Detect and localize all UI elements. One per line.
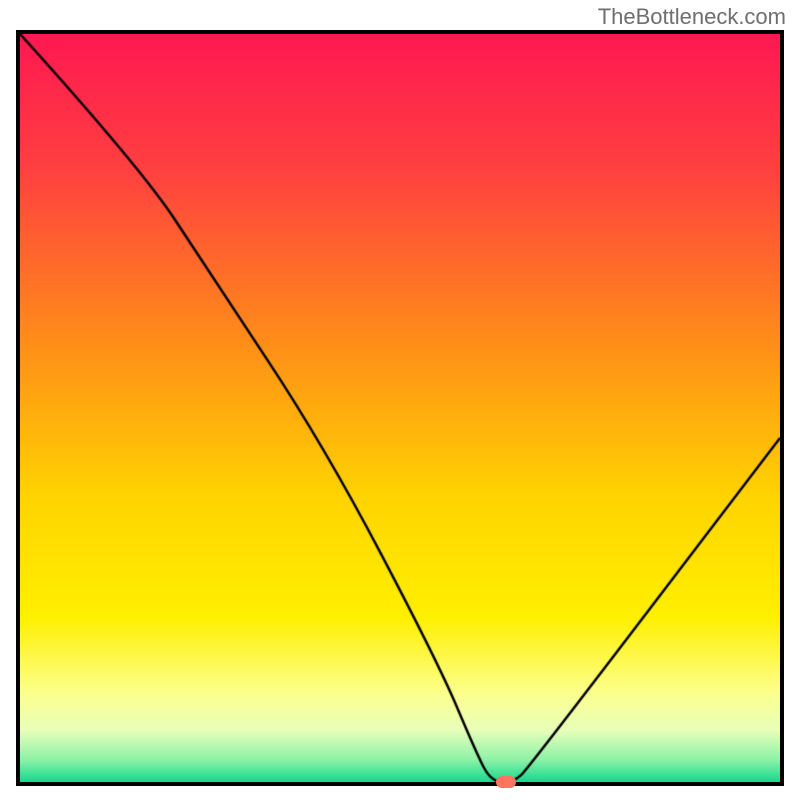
- plot-area: [20, 34, 780, 782]
- watermark-text: TheBottleneck.com: [598, 4, 786, 30]
- chart-frame: [16, 30, 784, 786]
- chart-container: TheBottleneck.com: [0, 0, 800, 800]
- optimal-point-marker: [496, 776, 516, 788]
- bottleneck-curve: [20, 34, 780, 782]
